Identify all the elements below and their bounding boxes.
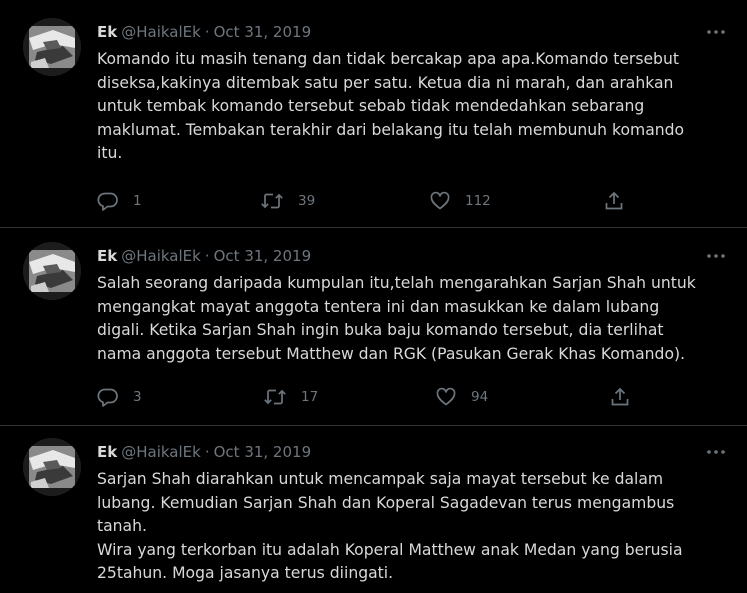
share-button[interactable] [603,190,625,212]
tweet-line: Salah seorang daripada kumpulan itu,tela… [97,274,696,292]
heart-icon [430,191,450,210]
tweet-header: Ek @HaikalEk · Oct 31, 2019 [97,21,311,43]
username[interactable]: @HaikalEk [121,23,201,41]
tweet-line: Sarjan Shah diarahkan untuk mencampak sa… [97,470,664,488]
like-count: 112 [465,193,491,209]
heart-icon [436,387,456,406]
retweet-button[interactable]: 39 [260,190,315,212]
share-upload-icon [605,191,623,210]
tweet-date[interactable]: Oct 31, 2019 [214,247,312,265]
more-options-button[interactable] [705,245,727,267]
display-name[interactable]: Ek [97,247,117,265]
tweet-line: lubang. Kemudian Sarjan Shah dan Koperal… [97,493,675,512]
tweet-line: digali. Ketika Sarjan Shah ingin buka ba… [97,321,664,339]
more-horizontal-icon [707,254,725,258]
like-button[interactable]: 94 [435,386,488,408]
tweet-line: tanah. [97,517,147,535]
tweet-line: diseksa,kakinya ditembak satu per satu. … [97,73,674,92]
tweet-text: Salah seorang daripada kumpulan itu,tela… [97,272,727,366]
tweet-line: 25tahun. Moga jasanya terus diingati. [97,564,394,582]
retweet-arrows-icon [261,193,283,209]
reply-count: 1 [133,193,142,209]
share-button[interactable] [609,386,631,408]
tweet-line: mengangkat mayat anggota tentera ini dan… [97,297,660,316]
tweet-line: maklumat. Tembakan terakhir dari belakan… [97,120,685,139]
share-upload-icon [611,387,629,406]
more-options-button[interactable] [705,441,727,463]
reply-bubble-icon [97,388,118,407]
avatar-image [23,242,81,300]
reply-bubble-icon [97,192,118,211]
tweet-line: itu. [97,144,123,162]
reply-button[interactable]: 1 [97,190,142,212]
display-name[interactable]: Ek [97,23,117,41]
tweet-header: Ek @HaikalEk · Oct 31, 2019 [97,245,311,267]
like-count: 94 [471,389,489,405]
avatar-image [23,18,81,76]
tweet-line: nama anggota tersebut Matthew dan RGK (P… [97,344,686,363]
like-button[interactable]: 112 [429,190,491,212]
reply-count: 3 [133,389,142,405]
tweet-line: untuk tembak komando tersebut sebab tida… [97,97,645,115]
reply-button[interactable]: 3 [97,386,142,408]
separator-dot: · [204,247,210,265]
avatar[interactable] [23,242,81,300]
tweet-header: Ek @HaikalEk · Oct 31, 2019 [97,441,311,463]
avatar[interactable] [23,18,81,76]
username[interactable]: @HaikalEk [121,247,201,265]
retweet-count: 17 [301,389,319,405]
tweet[interactable]: Ek @HaikalEk · Oct 31, 2019 Sarjan Shah … [0,426,747,593]
tweet-date[interactable]: Oct 31, 2019 [214,23,312,41]
retweet-count: 39 [298,193,316,209]
tweet-date[interactable]: Oct 31, 2019 [214,443,312,461]
retweet-button[interactable]: 17 [263,386,318,408]
retweet-arrows-icon [264,389,286,405]
tweet-line: Komando itu masih tenang dan tidak berca… [97,50,679,68]
username[interactable]: @HaikalEk [121,443,201,461]
more-horizontal-icon [707,450,725,454]
tweet-text: Sarjan Shah diarahkan untuk mencampak sa… [97,468,727,586]
avatar-image [23,438,81,496]
tweet[interactable]: Ek @HaikalEk · Oct 31, 2019 Salah seoran… [0,228,747,426]
tweet[interactable]: Ek @HaikalEk · Oct 31, 2019 Komando itu … [0,0,747,228]
separator-dot: · [204,443,210,461]
more-horizontal-icon [707,30,725,34]
display-name[interactable]: Ek [97,443,117,461]
tweet-line: Wira yang terkorban itu adalah Koperal M… [97,540,683,559]
more-options-button[interactable] [705,21,727,43]
tweet-text: Komando itu masih tenang dan tidak berca… [97,48,727,166]
separator-dot: · [204,23,210,41]
avatar[interactable] [23,438,81,496]
